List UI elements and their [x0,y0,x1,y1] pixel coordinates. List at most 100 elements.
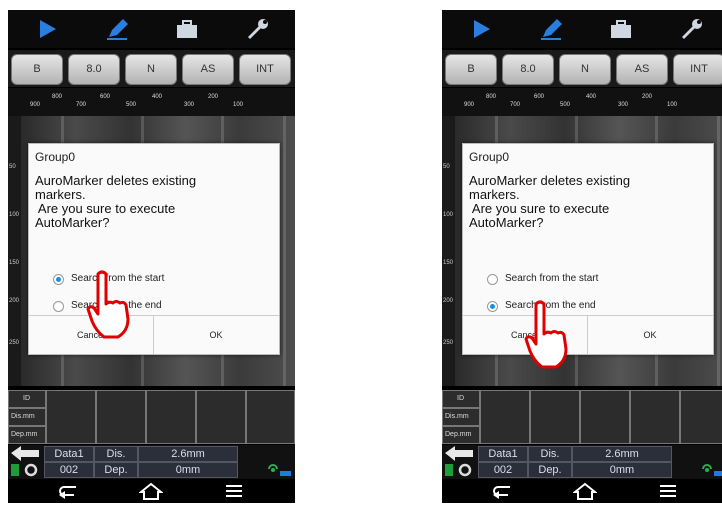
depth-axis: 50 100 150 200 250 [8,116,21,386]
radio-selected-icon[interactable] [487,301,498,312]
depth-tick: 250 [9,340,20,346]
row-label-id: ID [23,395,30,402]
android-nav-bar [8,479,295,503]
depth-axis: 50 100 150 200 250 [442,116,455,386]
android-nav-bar [442,479,722,503]
mode-bar: B 8.0 N AS INT [8,50,295,87]
play-icon[interactable] [468,17,494,41]
ruler-tick: 300 [618,102,629,108]
ok-button[interactable]: OK [154,316,278,354]
mode-int-button[interactable]: INT [239,54,291,85]
depth-tick: 100 [443,212,454,218]
mode-gain-button[interactable]: 8.0 [502,54,554,85]
automarker-dialog: Group0 AuroMarker deletes existing marke… [28,143,280,355]
mode-b-button[interactable]: B [445,54,497,85]
back-icon[interactable] [490,482,514,500]
depth-tick: 150 [443,260,454,266]
dialog-message: AuroMarker deletes existing markers. Are… [35,174,275,230]
phone-screen-2: B 8.0 N AS INT 900 800 700 600 500 400 3… [442,10,722,503]
dialog-title: Group0 [469,150,510,164]
automarker-dialog: Group0 AuroMarker deletes existing marke… [462,143,714,355]
table-cell [680,390,722,444]
depth-tick: 50 [443,164,450,170]
mode-bar: B 8.0 N AS INT [442,50,722,87]
marker-table: ID Dis.mm Dep.mm [442,390,722,444]
radio-unselected-icon[interactable] [487,274,498,285]
wrench-icon[interactable] [678,17,704,41]
data-number: 002 [44,462,94,478]
message-line: AuroMarker deletes existing [469,173,631,188]
table-cell [46,390,96,444]
arrow-left-icon[interactable] [445,446,473,461]
ruler-tick: 900 [464,102,475,108]
ruler-tick: 100 [233,102,244,108]
back-icon[interactable] [56,482,80,500]
ruler-tick: 900 [30,102,41,108]
message-line: markers. [35,187,86,202]
ruler-tick: 300 [184,102,195,108]
dialog-button-bar: Cancel OK [463,315,713,354]
ruler-tick: 600 [100,94,111,100]
recent-apps-icon[interactable] [222,482,246,500]
briefcase-icon[interactable] [608,17,634,41]
home-icon[interactable] [573,482,597,500]
recent-apps-icon[interactable] [656,482,680,500]
loop-icon[interactable] [11,463,39,477]
message-line: markers. [469,187,520,202]
table-cell [96,390,146,444]
loop-icon[interactable] [445,463,473,477]
signal-icon [702,464,722,476]
mode-int-button[interactable]: INT [673,54,722,85]
ruler-tick: 200 [208,94,219,100]
data-label: Data1 [44,446,94,462]
scan-streak [717,116,720,386]
ruler-tick: 100 [667,102,678,108]
status-bar: Data1 002 Dis. Dep. 2.6mm 0mm [442,445,722,479]
mode-as-button[interactable]: AS [182,54,234,85]
depth-tick: 200 [9,298,20,304]
dis-value: 2.6mm [572,446,672,462]
mode-n-button[interactable]: N [125,54,177,85]
briefcase-icon[interactable] [174,17,200,41]
depth-tick: 50 [9,164,16,170]
status-bar: Data1 002 Dis. Dep. 2.6mm 0mm [8,445,295,479]
option-label: Search from the start [505,273,599,284]
top-toolbar [8,10,295,48]
pointer-hand-icon [86,270,130,339]
mode-gain-button[interactable]: 8.0 [68,54,120,85]
table-cell [246,390,295,444]
ruler-tick: 700 [76,102,87,108]
ruler-tick: 700 [510,102,521,108]
mode-as-button[interactable]: AS [616,54,668,85]
mode-n-button[interactable]: N [559,54,611,85]
signal-icon [268,464,291,476]
row-label-id: ID [457,395,464,402]
mode-b-button[interactable]: B [11,54,63,85]
row-label-dep: Dep.mm [445,431,472,438]
top-toolbar [442,10,722,48]
radio-selected-icon[interactable] [53,274,64,285]
row-label-dis: Dis.mm [11,413,35,420]
ruler-tick: 500 [126,102,137,108]
radio-unselected-icon[interactable] [53,301,64,312]
ruler-tick: 800 [486,94,497,100]
wrench-icon[interactable] [244,17,270,41]
pencil-icon[interactable] [538,17,564,41]
ok-button[interactable]: OK [588,316,712,354]
home-icon[interactable] [139,482,163,500]
arrow-left-icon[interactable] [11,446,39,461]
dialog-button-bar: Cancel OK [29,315,279,354]
dep-label: Dep. [528,462,572,478]
depth-tick: 250 [443,340,454,346]
pencil-icon[interactable] [104,17,130,41]
dep-value: 0mm [138,462,238,478]
row-label-dep: Dep.mm [11,431,38,438]
dialog-message: AuroMarker deletes existing markers. Are… [469,174,709,230]
row-label-dis: Dis.mm [445,413,469,420]
message-line: Are you sure to execute [35,201,176,216]
ruler-tick: 800 [52,94,63,100]
depth-tick: 200 [443,298,454,304]
scan-streak [283,116,286,386]
message-line: Are you sure to execute [469,201,610,216]
play-icon[interactable] [34,17,60,41]
